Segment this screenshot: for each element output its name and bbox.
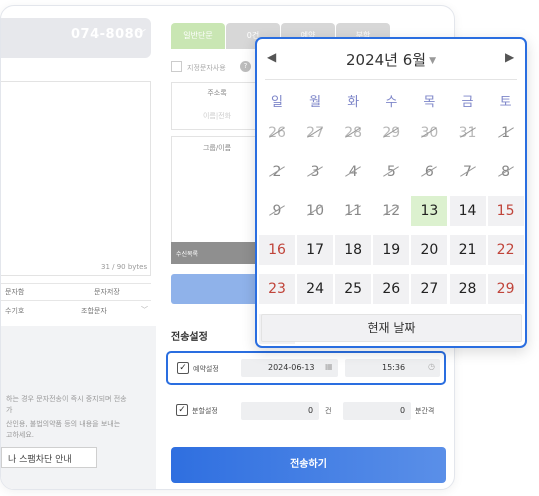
schedule-label: 예약설정 <box>193 365 219 373</box>
add-recipient-button[interactable] <box>171 274 261 304</box>
divider <box>265 79 517 80</box>
split-count-unit: 건 <box>325 407 332 415</box>
date-picker-header: ◀ 2024년 6월 ▼ ▶ <box>257 39 525 79</box>
calendar-day[interactable]: 19 <box>373 235 410 266</box>
weekday-label: 금 <box>461 95 474 110</box>
calendar-day[interactable]: 15 <box>487 196 524 227</box>
calendar-day[interactable]: 23 <box>259 274 295 305</box>
calendar-day[interactable]: 25 <box>335 274 372 305</box>
send-button[interactable]: 전송하기 <box>171 447 446 483</box>
calendar-day[interactable]: 16 <box>259 235 295 266</box>
month-title: 2024년 6월 <box>345 51 427 69</box>
date-picker-popup: ◀ 2024년 6월 ▼ ▶ 일월화수목금토 26 27 28 29 30 31 1 2 3 4 5 6… <box>255 37 527 348</box>
tab-sms[interactable]: 일반단문 <box>171 23 225 49</box>
calendar-day: 12 <box>373 196 409 226</box>
designated-message-label: 지정문자사용 <box>187 64 226 72</box>
calendar-icon[interactable]: ▦ <box>325 362 333 371</box>
split-count: 0 <box>308 406 314 415</box>
current-date-button[interactable]: 현재 날짜 <box>261 314 522 342</box>
option-save-message[interactable]: 문자저장 <box>94 287 120 297</box>
schedule-checkbox[interactable]: ✓ <box>177 362 189 374</box>
notice-line: 고하세요. <box>6 431 34 439</box>
weekday-label: 화 <box>347 95 360 110</box>
calendar-day[interactable]: 17 <box>297 235 334 266</box>
option-symbols[interactable]: 수기호 <box>5 306 24 316</box>
address-book-columns: 이름|전화 <box>202 112 232 120</box>
address-book[interactable]: 주소록 이름|전화 <box>171 82 261 130</box>
calendar-day: 26 <box>259 118 295 148</box>
divider <box>1 300 151 301</box>
calendar-day: 27 <box>297 118 333 148</box>
weekday-label: 일 <box>271 95 283 110</box>
next-month-icon[interactable]: ▶ <box>505 50 514 64</box>
calendar-day: 3 <box>297 157 333 187</box>
calendar-day[interactable]: 28 <box>449 274 486 305</box>
weekday-label: 월 <box>309 95 322 110</box>
weekday-label: 수 <box>385 95 398 110</box>
option-combine-message[interactable]: 조합문자 <box>81 306 107 316</box>
weekday-label: 목 <box>423 95 436 110</box>
calendar-day[interactable]: 18 <box>335 235 372 266</box>
calendar-day: 31 <box>450 118 486 148</box>
calendar-day[interactable]: 21 <box>449 235 486 266</box>
calendar-day: 11 <box>335 196 371 226</box>
message-textarea[interactable] <box>1 81 151 276</box>
address-book-header: 주소록 <box>207 89 227 97</box>
calendar-day: 5 <box>373 157 409 187</box>
calendar-day[interactable]: 24 <box>297 274 334 305</box>
chevron-down-icon: ﹀ <box>141 306 148 314</box>
calendar-day[interactable]: 29 <box>487 274 524 305</box>
schedule-row: ✓ 예약설정 2024-06-13 ▦ 15:36 ◷ <box>166 351 446 385</box>
divider <box>1 283 151 284</box>
calendar-day[interactable]: 26 <box>373 274 410 305</box>
split-checkbox[interactable]: ✓ <box>176 404 188 416</box>
calendar-day-today[interactable]: 13 <box>411 196 448 227</box>
caret-down-icon: ▼ <box>429 56 436 66</box>
split-label: 분할설정 <box>192 407 218 415</box>
sender-number: 074-8080 <box>71 27 144 42</box>
designated-message-checkbox[interactable] <box>171 61 182 72</box>
calendar-day[interactable]: 14 <box>449 196 486 227</box>
calendar-day: 1 <box>488 118 524 148</box>
option-message-box[interactable]: 문자함 <box>5 287 24 297</box>
calendar-day: 29 <box>373 118 409 148</box>
split-interval: 0 <box>400 406 406 415</box>
calendar-day: 2 <box>259 157 295 187</box>
calendar-day: 9 <box>259 196 295 226</box>
clock-icon[interactable]: ◷ <box>428 362 435 371</box>
schedule-date-field[interactable]: 2024-06-13 ▦ <box>241 359 338 377</box>
chevron-down-icon: ﹀ <box>135 28 146 41</box>
split-interval-field[interactable]: 0 <box>343 402 411 420</box>
help-icon[interactable]: ? <box>240 61 251 72</box>
calendar-day: 28 <box>335 118 371 148</box>
calendar-day[interactable]: 22 <box>487 235 524 266</box>
schedule-date: 2024-06-13 <box>268 363 315 372</box>
calendar-day: 4 <box>335 157 371 187</box>
calendar-day: 8 <box>488 157 524 187</box>
notice-line: 하는 경우 문자전송이 즉시 중지되며 전송 <box>6 395 127 403</box>
notice-line: 산인용, 불법의약품 등의 내용을 보내는 <box>6 420 121 428</box>
calendar-day[interactable]: 27 <box>411 274 448 305</box>
calendar-day: 6 <box>411 157 447 187</box>
schedule-time-field[interactable]: 15:36 ◷ <box>345 359 440 377</box>
month-select[interactable]: 2024년 6월 ▼ <box>257 49 525 70</box>
schedule-time: 15:36 <box>382 363 406 372</box>
calendar-day: 7 <box>450 157 486 187</box>
split-interval-unit: 분간격 <box>415 407 435 415</box>
calendar-day: 10 <box>297 196 333 226</box>
calendar-day[interactable]: 20 <box>411 235 448 266</box>
byte-counter: 31 / 90 bytes <box>101 263 148 271</box>
split-count-field[interactable]: 0 <box>241 402 319 420</box>
group-list-header: 그룹/이름 <box>202 144 232 152</box>
notice-line: 가 <box>6 406 13 414</box>
weekday-label: 토 <box>499 95 512 110</box>
spam-block-guide-button[interactable]: 나 스팸차단 안내 <box>1 447 97 468</box>
recipient-list-bar: 수신목록 <box>171 242 261 264</box>
calendar-day: 30 <box>411 118 447 148</box>
send-settings-title: 전송설정 <box>171 332 208 343</box>
